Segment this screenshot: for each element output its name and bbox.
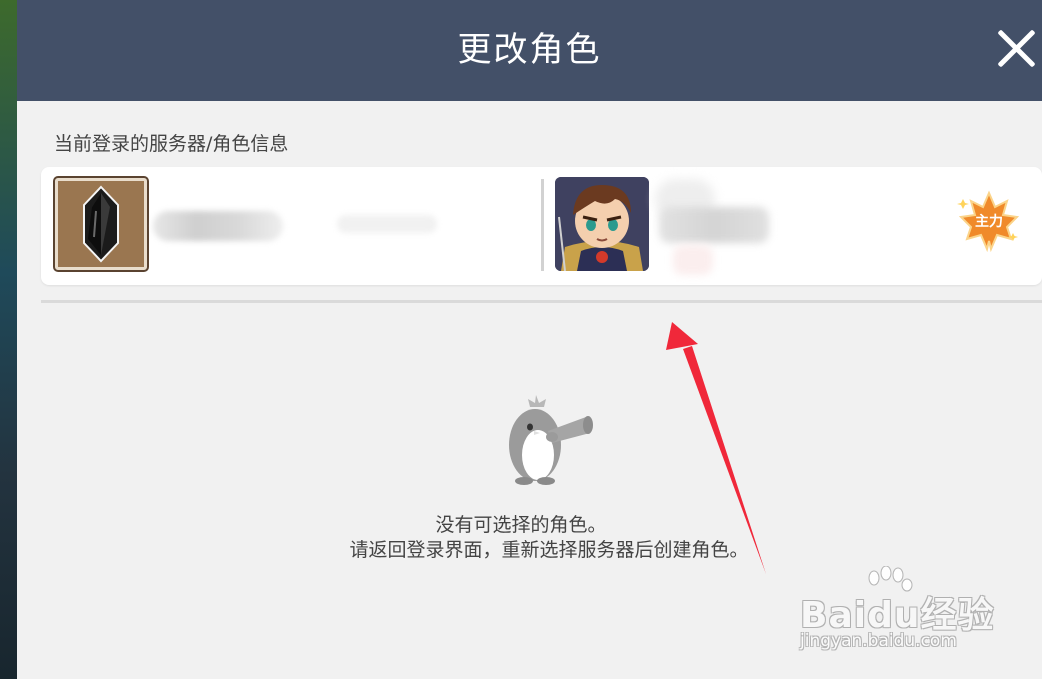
dialog-header: 更改角色: [17, 0, 1042, 101]
penguin-telescope-icon: [490, 391, 600, 487]
card-divider: [541, 179, 544, 271]
blurred-character-detail: [673, 245, 713, 275]
baidu-watermark: Baidu经验 jingyan.baidu.com: [798, 566, 1038, 666]
close-icon[interactable]: [994, 26, 1038, 70]
main-badge-label: 主力: [975, 214, 1003, 230]
empty-state-message: 没有可选择的角色。: [435, 514, 607, 536]
black-crystal-icon: [83, 185, 119, 263]
blurred-character-name: [659, 207, 769, 243]
blurred-server-detail: [337, 215, 437, 233]
hero-avatar: [555, 177, 649, 271]
main-character-badge: 主力: [957, 189, 1021, 253]
current-character-card: 主力: [41, 167, 1042, 285]
current-info-label: 当前登录的服务器/角色信息: [54, 133, 289, 155]
server-icon: [53, 176, 149, 272]
blurred-server-name: [153, 211, 283, 241]
section-divider: [41, 300, 1042, 303]
empty-state-hint: 请返回登录界面，重新选择服务器后创建角色。: [349, 539, 749, 561]
watermark-url: jingyan.baidu.com: [800, 631, 957, 651]
dialog-title: 更改角色: [457, 30, 602, 70]
